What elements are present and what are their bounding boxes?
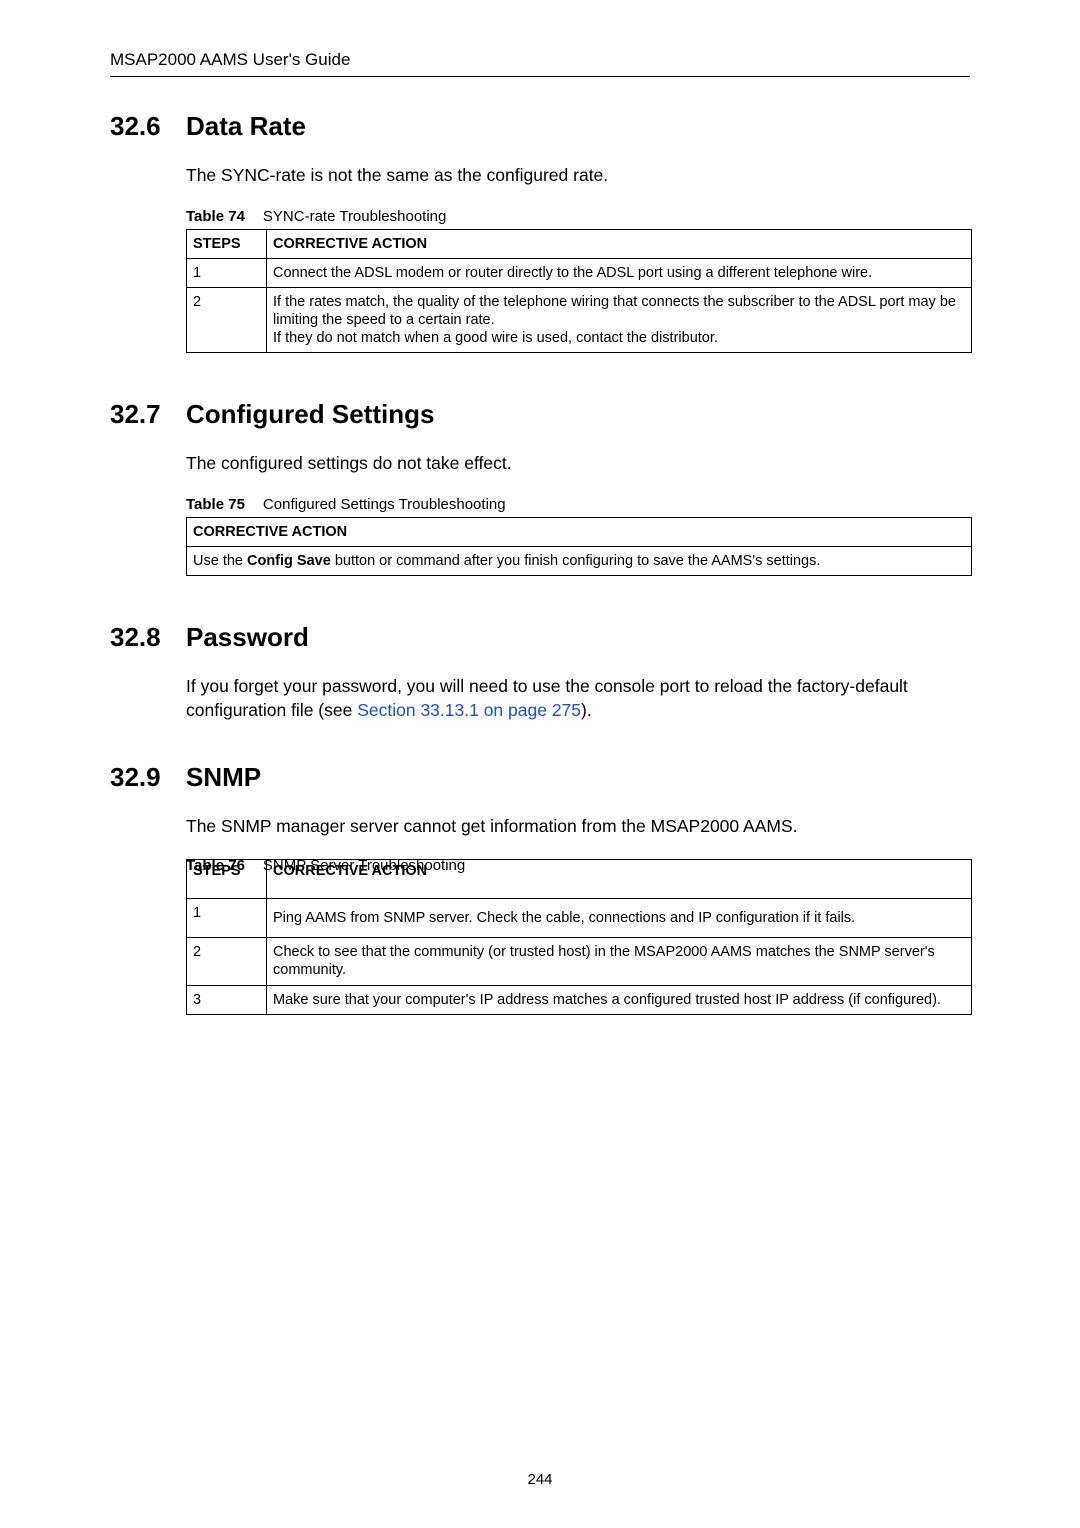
table-label: Table 76 <box>186 857 245 874</box>
section-number: 32.7 <box>110 399 186 430</box>
section-intro: The configured settings do not take effe… <box>186 452 970 476</box>
cell-step: 1 <box>187 258 267 287</box>
table-sync-rate: STEPS CORRECTIVE ACTION 1 Connect the AD… <box>186 229 972 354</box>
cross-reference-link[interactable]: Section 33.13.1 on page 275 <box>357 700 581 720</box>
section-number: 32.8 <box>110 622 186 653</box>
cell-step: 1 <box>187 899 267 938</box>
table-row: 1 Connect the ADSL modem or router direc… <box>187 258 972 287</box>
cell-action: Ping AAMS from SNMP server. Check the ca… <box>267 899 972 938</box>
col-action: CORRECTIVE ACTION <box>187 517 972 546</box>
cell-action: Use the Config Save button or command af… <box>187 547 972 576</box>
section-number: 32.6 <box>110 111 186 142</box>
cell-action: Make sure that your computer's IP addres… <box>267 985 972 1014</box>
section-title: Data Rate <box>186 111 306 141</box>
section-intro: The SNMP manager server cannot get infor… <box>186 815 970 839</box>
cell-step: 2 <box>187 938 267 985</box>
table-label: Table 74 <box>186 208 245 225</box>
text: Use the <box>193 553 247 569</box>
text: button or command after you finish confi… <box>331 553 821 569</box>
section-title: Password <box>186 622 309 652</box>
col-steps: STEPS <box>187 229 267 258</box>
section-configured-settings: 32.7Configured Settings The configured s… <box>110 399 970 576</box>
section-heading: 32.7Configured Settings <box>110 399 970 430</box>
text-bold: Config Save <box>247 553 331 569</box>
cell-action: Check to see that the community (or trus… <box>267 938 972 985</box>
snmp-table-wrap: Table 76 SNMP Server Troubleshooting STEP… <box>186 859 972 1015</box>
page-header: MSAP2000 AAMS User's Guide <box>110 50 970 77</box>
section-heading: 32.9SNMP <box>110 762 970 793</box>
table-snmp: STEPS CORRECTIVE ACTION 1 Ping AAMS from… <box>186 859 972 1015</box>
section-body: If you forget your password, you will ne… <box>186 675 970 722</box>
text: ). <box>581 700 592 720</box>
cell-action: Connect the ADSL modem or router directl… <box>267 258 972 287</box>
table-row: 3 Make sure that your computer's IP addr… <box>187 985 972 1014</box>
table-caption: Table 75 Configured Settings Troubleshoot… <box>186 496 970 513</box>
section-title: Configured Settings <box>186 399 434 429</box>
table-row: 2 If the rates match, the quality of the… <box>187 287 972 352</box>
table-caption: Table 74 SYNC-rate Troubleshooting <box>186 208 970 225</box>
section-heading: 32.8Password <box>110 622 970 653</box>
page-number: 244 <box>0 1471 1080 1488</box>
table-title: Configured Settings Troubleshooting <box>263 496 506 513</box>
section-number: 32.9 <box>110 762 186 793</box>
section-snmp: 32.9SNMP The SNMP manager server cannot … <box>110 762 970 1014</box>
section-heading: 32.6Data Rate <box>110 111 970 142</box>
cell-step: 3 <box>187 985 267 1014</box>
section-password: 32.8Password If you forget your password… <box>110 622 970 722</box>
table-row: Use the Config Save button or command af… <box>187 547 972 576</box>
table-caption: Table 76 SNMP Server Troubleshooting <box>186 857 465 874</box>
col-action: CORRECTIVE ACTION <box>267 229 972 258</box>
section-intro: The SYNC-rate is not the same as the con… <box>186 164 970 188</box>
section-title: SNMP <box>186 762 261 792</box>
cell-action: If the rates match, the quality of the t… <box>267 287 972 352</box>
table-title: SNMP Server Troubleshooting <box>263 857 465 874</box>
section-data-rate: 32.6Data Rate The SYNC-rate is not the s… <box>110 111 970 353</box>
cell-step: 2 <box>187 287 267 352</box>
table-row: 1 Ping AAMS from SNMP server. Check the … <box>187 899 972 938</box>
table-configured: CORRECTIVE ACTION Use the Config Save bu… <box>186 517 972 576</box>
table-title: SYNC-rate Troubleshooting <box>263 208 446 225</box>
table-label: Table 75 <box>186 496 245 513</box>
table-row: 2 Check to see that the community (or tr… <box>187 938 972 985</box>
